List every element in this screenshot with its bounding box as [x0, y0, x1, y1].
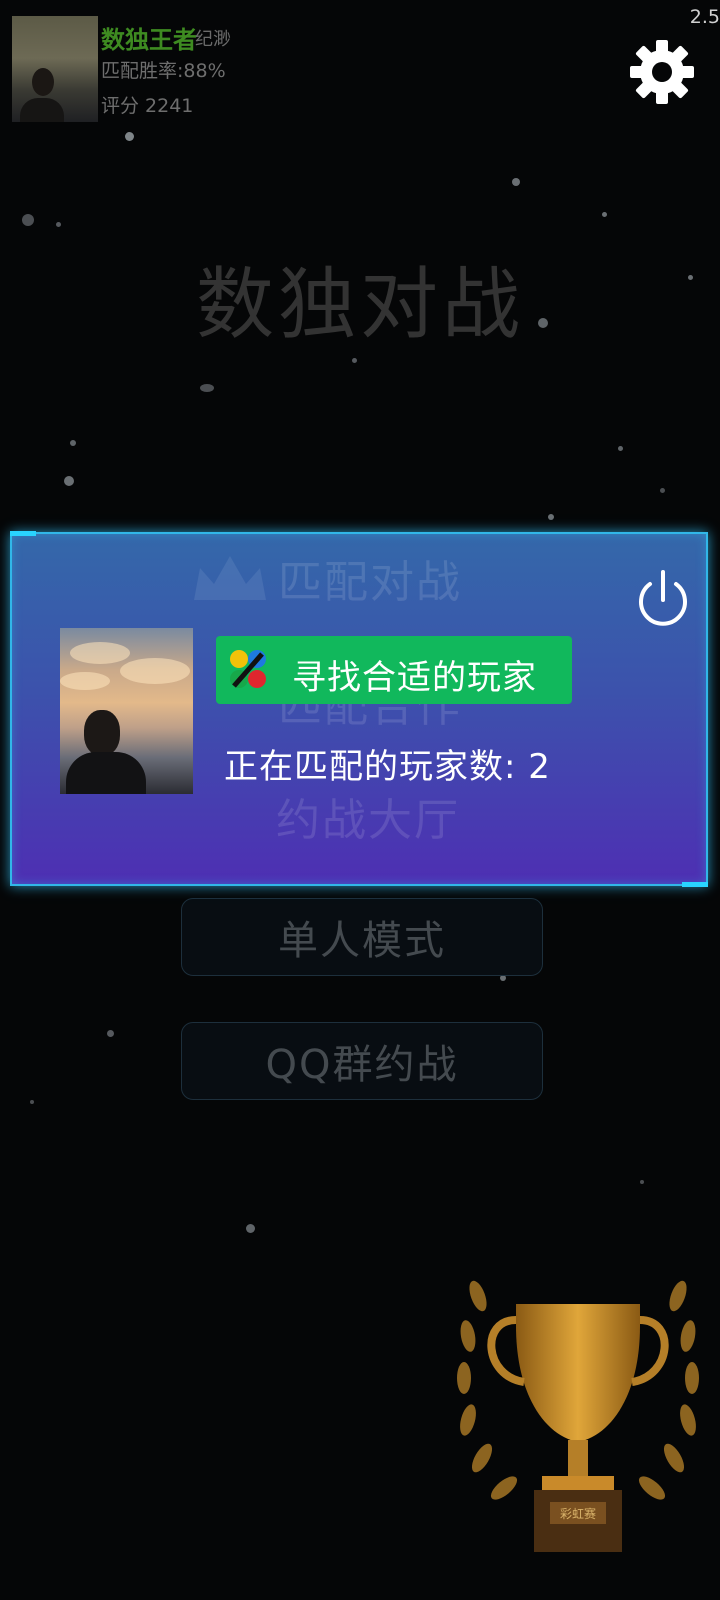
profile-title: 数独王者	[101, 26, 197, 54]
searching-label: 寻找合适的玩家	[292, 658, 537, 698]
panel-corner-accent	[682, 882, 708, 887]
game-title: 数独对战	[195, 260, 524, 350]
gear-icon[interactable]	[630, 34, 694, 110]
profile-score: 评分 2241	[101, 95, 194, 117]
search-logo-icon	[230, 650, 266, 688]
single-player-label: 单人模式	[278, 918, 446, 964]
trophy-plate-text: 彩虹赛	[560, 1506, 596, 1521]
profile-avatar[interactable]	[12, 16, 98, 122]
trophy-icon: 彩虹赛	[457, 1280, 699, 1552]
panel-corner-accent	[10, 531, 36, 536]
single-player-button[interactable]: 单人模式	[181, 898, 543, 976]
avatar-figure-head	[84, 710, 120, 756]
matching-player-count: 正在匹配的玩家数: 2	[224, 747, 551, 787]
profile-win-rate: 匹配胜率:88%	[101, 60, 226, 82]
searching-status-bar: 寻找合适的玩家	[216, 636, 572, 704]
matching-dialog: 匹配对战 匹配合作 约战大厅 寻找合适的玩家 正在匹配的玩家数: 2	[10, 531, 708, 887]
avatar-figure-body	[66, 752, 146, 794]
qq-group-battle-button[interactable]: QQ群约战	[181, 1022, 543, 1100]
power-icon[interactable]	[632, 558, 694, 636]
qq-group-battle-label: QQ群约战	[265, 1042, 459, 1088]
match-battle-ghost-label: 匹配对战	[278, 557, 462, 608]
avatar-figure-head	[32, 68, 54, 96]
corner-number: 2.5	[689, 6, 720, 28]
avatar-figure-body	[20, 98, 64, 122]
battle-lobby-ghost-label: 约战大厅	[276, 795, 460, 846]
matching-player-avatar	[60, 628, 193, 794]
crown-icon	[194, 556, 266, 600]
profile-nickname: 纪渺	[195, 29, 231, 50]
